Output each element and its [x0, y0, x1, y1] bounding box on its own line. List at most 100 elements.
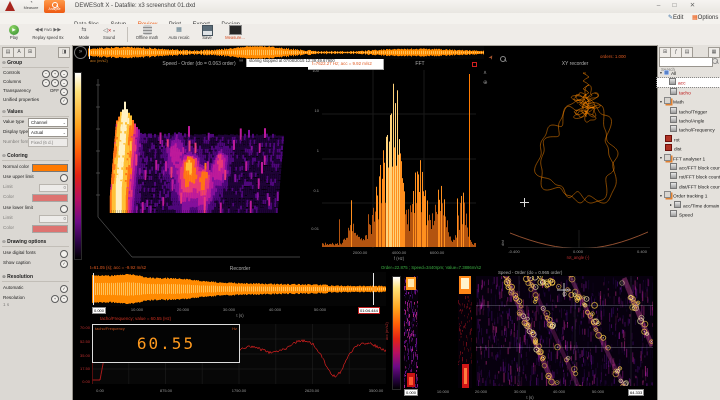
upper-color-swatch[interactable]: [32, 194, 68, 202]
tree-label: acc: [678, 82, 685, 87]
order-spectrogram-canvas[interactable]: [476, 276, 653, 386]
group-section-header[interactable]: ⊖ Group: [2, 59, 69, 68]
chevron-down-icon[interactable]: ⌄: [60, 88, 68, 96]
auto-recalc-button[interactable]: ▦ Auto recalc: [164, 25, 194, 41]
analyse-mode-button[interactable]: Analyse: [44, 0, 65, 13]
maximize-icon[interactable]: □: [668, 1, 681, 11]
checkbox-checked-icon[interactable]: ✓: [60, 260, 68, 268]
coloring-section-header[interactable]: ⊖ Coloring: [2, 152, 69, 161]
close-icon[interactable]: ✕: [686, 1, 699, 11]
limit-input[interactable]: 0: [39, 215, 68, 223]
order-x-end: 64.333: [628, 389, 644, 396]
chevron-down-icon[interactable]: ▾: [113, 29, 115, 33]
values-section-header[interactable]: ⊖ Values: [2, 108, 69, 117]
checkbox-unchecked-icon[interactable]: [60, 174, 68, 182]
drawing-options-header[interactable]: ⊖ Drawing options: [2, 238, 69, 247]
xy-x-tick: 0.400: [637, 249, 647, 254]
fft-x-axis-label: f (Hz): [394, 256, 404, 261]
order-strip1-canvas[interactable]: [404, 276, 418, 388]
digital-meter[interactable]: tacho/Frequency Hz 60.55: [92, 324, 240, 363]
minus-icon[interactable]: −: [60, 295, 68, 303]
plus-icon[interactable]: +: [51, 70, 59, 78]
fft-title: FFT: [390, 61, 450, 67]
cursor-arrow-icon[interactable]: ➤: [487, 54, 496, 62]
chevron-down-icon[interactable]: ⌄: [60, 70, 68, 78]
tree-item-acc-time-domain[interactable]: ▸acc/Time domain: [658, 201, 720, 210]
tree-item-rot-fft-count[interactable]: rot/FFT block count: [658, 172, 720, 181]
freq-x-tick: 2625.00: [305, 388, 319, 393]
order-colorbar-label: acc (m/s2): [385, 322, 389, 340]
replay-speed-control[interactable]: ◀◀ FWD ▶▶ Replay speed 8x: [26, 25, 70, 41]
value-type-select[interactable]: Channel⌄: [28, 118, 68, 127]
chevron-down-icon[interactable]: ⌄: [60, 79, 68, 87]
recorder-x-start: 0.000: [92, 307, 106, 314]
minus-icon[interactable]: −: [42, 70, 50, 78]
move-tool-icon[interactable]: ⊕: [483, 80, 488, 86]
collapse-panel-button[interactable]: ◨: [58, 47, 70, 58]
checkbox-unchecked-icon[interactable]: [60, 205, 68, 213]
minimize-icon[interactable]: –: [652, 1, 665, 11]
xy-sub-plot-canvas[interactable]: [508, 230, 650, 248]
checkbox-unchecked-icon[interactable]: [60, 250, 68, 258]
tree-item-all[interactable]: ▾All: [658, 69, 720, 78]
tree-item-acc-fft-count[interactable]: acc/FFT block count: [658, 163, 720, 172]
tree-item-tacho-frequency[interactable]: tacho/Frequency: [658, 125, 720, 134]
tree-label: tacho: [679, 91, 691, 96]
cursor-marker-icon: [472, 62, 477, 67]
tree-item-tacho-trigger[interactable]: tacho/Trigger: [658, 107, 720, 116]
tree-item-dist[interactable]: dist: [658, 144, 720, 153]
resolution-section-header[interactable]: ⊗ Resolution: [2, 273, 69, 282]
options-button[interactable]: ▦Options: [692, 13, 718, 24]
edit-button[interactable]: ✎Edit: [668, 13, 683, 24]
overview-waveform-canvas[interactable]: [88, 46, 484, 59]
tree-item-dist-fft-count[interactable]: dist/FFT block count: [658, 182, 720, 191]
tree-item-speed[interactable]: Speed: [658, 210, 720, 219]
save-button[interactable]: Save: [196, 25, 218, 41]
display-type-select[interactable]: Actual⌄: [28, 128, 68, 137]
tree-item-math[interactable]: ▾Math: [658, 97, 720, 106]
tree-item-tacho[interactable]: tacho: [658, 88, 720, 97]
mode-label: Mode: [79, 35, 89, 40]
tree-item-order-tracking[interactable]: ▾Order tracking 1: [658, 191, 720, 200]
orbit-plot-canvas[interactable]: [496, 67, 653, 227]
offline-math-button[interactable]: Offline math: [132, 25, 162, 41]
tree-label: rot/FFT block count: [679, 176, 720, 181]
pan-tool-icon[interactable]: ∧: [483, 70, 487, 76]
plus-icon[interactable]: +: [51, 295, 59, 303]
plus-icon[interactable]: +: [51, 79, 59, 87]
checkbox-checked-icon[interactable]: ✓: [60, 285, 68, 293]
checkbox-checked-icon[interactable]: ✓: [60, 97, 68, 105]
limit-input[interactable]: 0: [39, 184, 68, 192]
mode-button[interactable]: ⇆ Mode: [74, 25, 94, 41]
layout-button[interactable]: ⊞: [24, 47, 36, 58]
tree-item-acc[interactable]: acc: [657, 78, 720, 87]
titlebar: ◔ Measure Analyse DEWESoft X - Datafile:…: [0, 0, 720, 14]
order-strip2-canvas[interactable]: [458, 276, 472, 388]
recorder-waveform-canvas[interactable]: [92, 272, 386, 306]
use-lower-limit-row: Use lower limit: [2, 204, 69, 212]
tree-item-fft-analyser[interactable]: ▾FFT analyser 1: [658, 154, 720, 163]
meter-channel-label: tacho/Frequency: [95, 326, 125, 331]
measure-switch-button[interactable]: Measure...: [220, 25, 250, 41]
database-icon: [143, 25, 152, 35]
xy-x-tick: -0.400: [508, 249, 519, 254]
rewind-icon[interactable]: ◀◀: [35, 27, 43, 33]
order-x-tick: 20.000: [475, 389, 487, 394]
tree-item-tacho-angle[interactable]: tacho/Angle: [658, 116, 720, 125]
color-label: Color: [3, 194, 14, 199]
measure-mode-button[interactable]: ◔ Measure: [20, 0, 42, 13]
tree-label: FFT analyser 1: [673, 157, 705, 162]
tree-item-rot[interactable]: rot: [658, 135, 720, 144]
forward-icon[interactable]: ▶▶: [53, 27, 61, 33]
play-button[interactable]: ▶ Play: [4, 25, 24, 41]
channel-search[interactable]: [659, 57, 713, 67]
sound-button[interactable]: ◁✕ ▾ Sound: [96, 25, 122, 41]
minus-icon[interactable]: −: [42, 79, 50, 87]
lower-color-swatch[interactable]: [32, 225, 68, 233]
play-circle-icon[interactable]: »: [74, 46, 87, 59]
normal-color-swatch[interactable]: [32, 164, 68, 172]
fft-plot-canvas[interactable]: [322, 70, 476, 248]
automatic-label: Automatic: [3, 285, 23, 290]
waterfall-3d-canvas[interactable]: [88, 67, 308, 263]
dewesoft-logo-icon: [5, 1, 15, 11]
